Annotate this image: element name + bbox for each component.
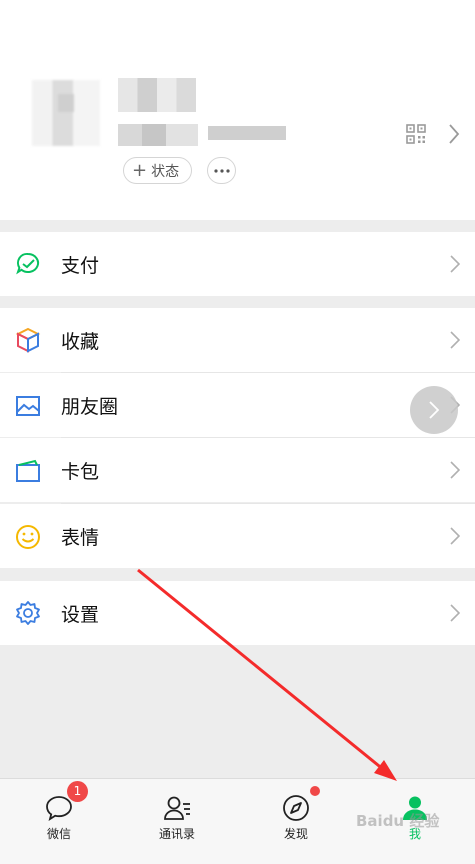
tab-chats[interactable]: 1 微信 [0,779,118,864]
tab-label: 微信 [46,827,71,841]
chevron-right-icon [450,461,460,479]
unread-badge: 1 [67,781,88,802]
floating-assistive-button[interactable] [410,386,458,434]
tab-discover[interactable]: 发现 [237,779,355,864]
cards-label: 卡包 [61,460,100,483]
smiley-icon [16,525,40,549]
chevron-right-icon [429,401,439,419]
more-button[interactable] [207,157,236,184]
avatar[interactable] [32,80,100,146]
watermark: Baidu 经验 [356,812,440,830]
chevron-right-icon [450,527,460,545]
moments-label: 朋友圈 [61,395,119,418]
profile-header[interactable]: + 状态 [0,0,475,220]
pay-label: 支付 [61,254,100,277]
qr-code-icon[interactable] [406,124,426,144]
wechat-id-redacted [118,124,198,146]
compass-icon [283,795,309,821]
menu-item-pay[interactable]: 支付 [0,232,475,296]
gear-icon [16,601,40,625]
stickers-label: 表情 [61,526,100,549]
menu-item-settings[interactable]: 设置 [0,581,475,645]
menu-item-stickers[interactable]: 表情 [0,504,475,568]
new-dot-badge [310,786,320,796]
tab-label: 通讯录 [158,827,195,841]
chevron-right-icon[interactable] [448,123,460,145]
menu-item-moments[interactable]: 朋友圈 [0,373,475,437]
menu-item-favorites[interactable]: 收藏 [0,308,475,372]
settings-label: 设置 [61,603,100,626]
pay-icon [16,252,40,275]
favorites-label: 收藏 [61,330,100,353]
card-wallet-icon [16,459,40,482]
status-label: 状态 [151,163,180,180]
wechat-id-redacted-2 [208,126,286,140]
plus-icon: + [132,159,148,181]
menu-item-cards[interactable]: 卡包 [0,438,475,502]
chevron-right-icon [450,331,460,349]
tab-contacts[interactable]: 通讯录 [118,779,236,864]
chevron-right-icon [450,604,460,622]
add-status-button[interactable]: + 状态 [123,157,193,184]
favorites-cube-icon [15,327,41,353]
moments-picture-icon [16,396,40,416]
contacts-icon [164,796,190,820]
chevron-right-icon [450,255,460,273]
tab-label: 发现 [283,827,308,841]
more-dots-icon [213,168,230,173]
nickname-redacted [118,78,196,112]
